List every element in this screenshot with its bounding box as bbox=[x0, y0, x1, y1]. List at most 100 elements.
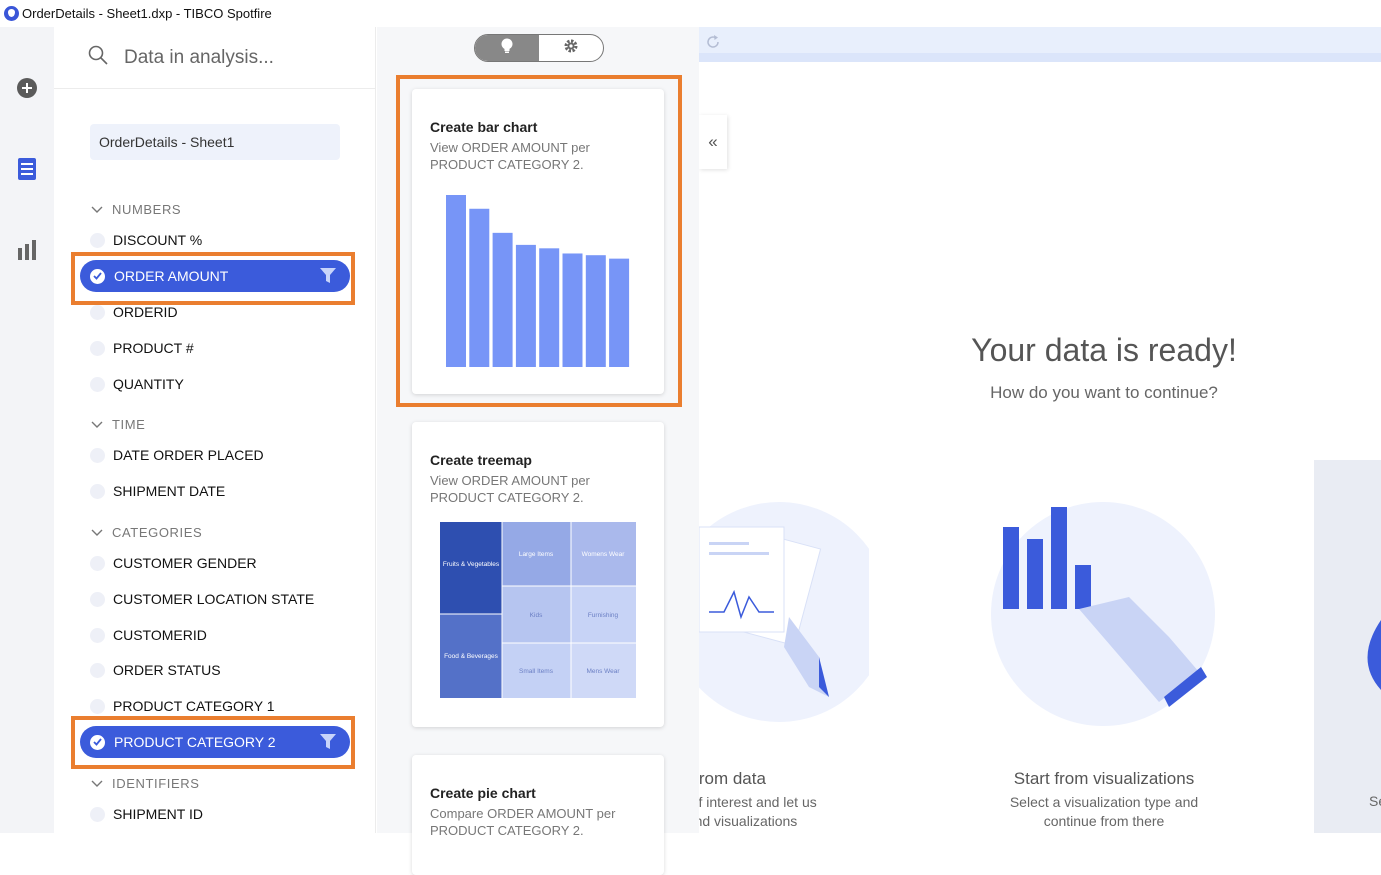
search-input[interactable] bbox=[124, 46, 354, 69]
field-dot bbox=[90, 591, 105, 607]
field-dot bbox=[90, 627, 105, 643]
field-date-order-placed[interactable]: DATE ORDER PLACED bbox=[90, 444, 264, 466]
pie-chart-card[interactable]: Create pie chart Compare ORDER AMOUNT pe… bbox=[412, 755, 664, 875]
field-customer-location-state[interactable]: CUSTOMER LOCATION STATE bbox=[90, 588, 314, 610]
section-label: IDENTIFIERS bbox=[112, 776, 200, 791]
search-icon bbox=[88, 45, 108, 70]
search-bar bbox=[54, 27, 376, 89]
add-data-icon[interactable] bbox=[16, 77, 38, 99]
section-categories[interactable]: CATEGORIES bbox=[91, 525, 202, 540]
left-toolbar bbox=[0, 27, 54, 833]
window-title: OrderDetails - Sheet1.dxp - TIBCO Spotfi… bbox=[22, 6, 272, 21]
option-data-desc-1: a of interest and let us bbox=[699, 794, 817, 810]
field-label: CUSTOMER LOCATION STATE bbox=[113, 591, 315, 607]
field-label: SHIPMENT DATE bbox=[113, 483, 226, 499]
section-time[interactable]: TIME bbox=[91, 417, 145, 432]
data-source-selector[interactable]: OrderDetails - Sheet1 bbox=[90, 124, 340, 160]
field-customerid[interactable]: CUSTOMERID bbox=[90, 624, 207, 646]
highlight-bar-chart-card bbox=[396, 75, 682, 407]
card-description: Compare ORDER AMOUNT per PRODUCT CATEGOR… bbox=[430, 806, 616, 838]
tile-label: Womens Wear bbox=[582, 551, 626, 558]
data-panel-icon[interactable] bbox=[16, 158, 38, 180]
field-label: PRODUCT CATEGORY 1 bbox=[113, 698, 275, 714]
recommendations-tab[interactable] bbox=[475, 35, 539, 61]
option-third-desc: Se bbox=[1369, 793, 1381, 809]
field-dot bbox=[90, 447, 105, 463]
option-third-card[interactable]: Se bbox=[1314, 460, 1381, 833]
card-title: Create treemap bbox=[430, 452, 532, 468]
tile-label: Food & Beverages bbox=[444, 653, 499, 660]
visualizations-icon[interactable] bbox=[16, 239, 38, 261]
card-title: Create pie chart bbox=[430, 785, 536, 801]
field-dot bbox=[90, 698, 105, 714]
option-data-title[interactable]: rt from data bbox=[699, 769, 819, 789]
option-data-desc-2: nend visualizations bbox=[699, 813, 798, 829]
field-label: CUSTOMER GENDER bbox=[113, 555, 257, 571]
tile-fruits-veg bbox=[440, 522, 502, 614]
window-titlebar: OrderDetails - Sheet1.dxp - TIBCO Spotfi… bbox=[0, 0, 1381, 27]
chevron-down-icon bbox=[91, 421, 103, 428]
field-label: QUANTITY bbox=[113, 376, 184, 392]
field-dot bbox=[90, 806, 105, 822]
field-label: DISCOUNT % bbox=[113, 232, 203, 248]
field-quantity[interactable]: QUANTITY bbox=[90, 373, 184, 395]
headline: Your data is ready! bbox=[971, 332, 1237, 368]
tile-label: Furnishing bbox=[588, 612, 619, 619]
treemap-preview: Fruits & Vegetables Food & Beverages Lar… bbox=[440, 522, 636, 698]
svg-text:Fruits & Vegetables: Fruits & Vegetables bbox=[443, 561, 500, 568]
chevron-down-icon bbox=[91, 529, 103, 536]
treemap-card[interactable]: Create treemap View ORDER AMOUNT per PRO… bbox=[412, 422, 664, 727]
highlight-product-category-2 bbox=[71, 716, 355, 769]
field-label: SHIPMENT ID bbox=[113, 806, 203, 822]
start-from-data-illustration[interactable] bbox=[699, 497, 869, 727]
section-identifiers[interactable]: IDENTIFIERS bbox=[91, 776, 200, 791]
field-shipment-date[interactable]: SHIPMENT DATE bbox=[90, 480, 225, 502]
option-viz-desc-1: Select a visualization type and bbox=[1009, 794, 1199, 810]
card-description: View ORDER AMOUNT per PRODUCT CATEGORY 2… bbox=[430, 473, 590, 505]
field-dot bbox=[90, 483, 105, 499]
refresh-icon[interactable] bbox=[705, 34, 721, 55]
field-dot bbox=[90, 304, 105, 320]
field-dot bbox=[90, 662, 105, 678]
highlight-order-amount bbox=[71, 252, 355, 305]
field-label: ORDER STATUS bbox=[113, 662, 221, 678]
field-label: ORDERID bbox=[113, 304, 178, 320]
section-label: CATEGORIES bbox=[112, 525, 203, 540]
option-viz-desc-2: continue from there bbox=[1043, 813, 1165, 829]
field-label: CUSTOMERID bbox=[113, 627, 207, 643]
field-label: PRODUCT # bbox=[113, 340, 194, 356]
field-dot bbox=[90, 555, 105, 571]
field-dot bbox=[90, 232, 105, 248]
field-order-status[interactable]: ORDER STATUS bbox=[90, 659, 221, 681]
field-label: DATE ORDER PLACED bbox=[113, 447, 264, 463]
chevron-down-icon bbox=[91, 780, 103, 787]
panel-mode-toggle[interactable] bbox=[474, 34, 604, 62]
section-label: NUMBERS bbox=[112, 202, 182, 217]
section-label: TIME bbox=[112, 417, 146, 432]
chevron-down-icon bbox=[91, 206, 103, 213]
field-dot bbox=[90, 376, 105, 392]
tile-label: Mens Wear bbox=[586, 668, 620, 675]
option-third-illustration bbox=[1367, 620, 1381, 690]
field-product-number[interactable]: PRODUCT # bbox=[90, 337, 194, 359]
subheadline: How do you want to continue? bbox=[990, 383, 1218, 402]
tile-label: Kids bbox=[530, 612, 543, 619]
option-viz-title[interactable]: Start from visualizations bbox=[989, 769, 1219, 789]
top-bar bbox=[699, 27, 1381, 62]
tile-label: Large Items bbox=[519, 551, 554, 558]
field-product-category-1[interactable]: PRODUCT CATEGORY 1 bbox=[90, 695, 275, 717]
collapse-panel-button[interactable]: « bbox=[699, 115, 727, 169]
start-from-visualizations-illustration[interactable] bbox=[979, 497, 1219, 737]
field-customer-gender[interactable]: CUSTOMER GENDER bbox=[90, 552, 257, 574]
field-dot bbox=[90, 340, 105, 356]
section-numbers[interactable]: NUMBERS bbox=[91, 202, 181, 217]
field-discount[interactable]: DISCOUNT % bbox=[90, 229, 202, 251]
settings-tab[interactable] bbox=[539, 35, 603, 61]
field-shipment-id[interactable]: SHIPMENT ID bbox=[90, 803, 203, 825]
tile-label: Small Items bbox=[519, 668, 554, 675]
spotfire-logo-icon bbox=[4, 6, 19, 21]
lightbulb-icon bbox=[501, 38, 513, 59]
main-canvas: « Your data is ready! How do you want to… bbox=[699, 27, 1381, 833]
gear-icon bbox=[563, 38, 579, 59]
tile-label: Fruits & Vegetables bbox=[443, 561, 500, 568]
